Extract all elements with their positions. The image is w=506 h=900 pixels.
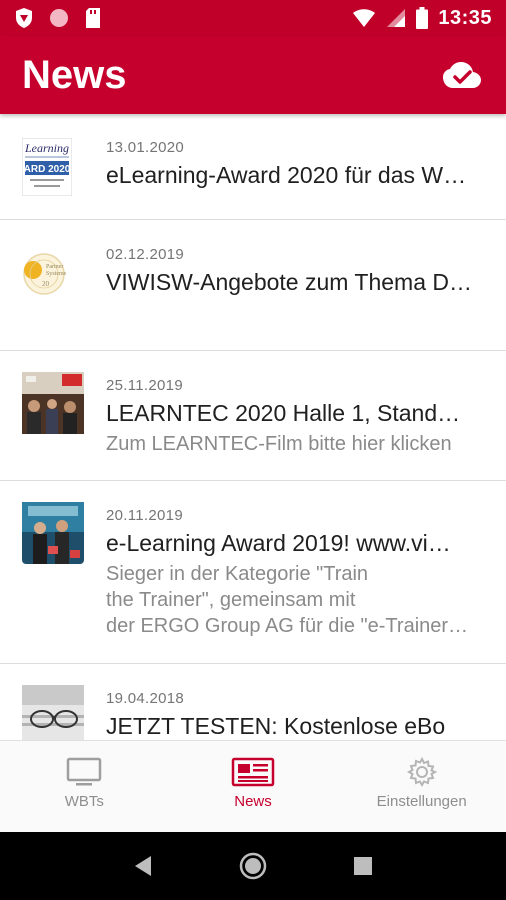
monitor-icon xyxy=(67,757,102,786)
news-date: 13.01.2020 xyxy=(106,139,185,156)
page-title: News xyxy=(22,52,127,97)
gear-icon xyxy=(406,757,437,787)
news-date: 02.12.2019 xyxy=(106,246,185,263)
status-time: 13:35 xyxy=(438,6,492,29)
shield-icon xyxy=(16,8,32,28)
svg-text:Partner: Partner xyxy=(46,264,63,270)
circle-icon xyxy=(50,9,68,27)
news-subtitle-line: Sieger in der Kategorie "Train xyxy=(106,563,369,585)
status-right: 13:35 xyxy=(352,7,492,30)
status-left-icons xyxy=(14,7,102,29)
news-title: e-Learning Award 2019! www.vi… xyxy=(106,530,451,556)
back-icon[interactable] xyxy=(133,855,153,877)
news-title: JETZT TESTEN: Kostenlose eBo xyxy=(106,713,446,739)
news-item[interactable]: 20.11.2019 e-Learning Award 2019! www.vi… xyxy=(0,481,506,664)
glasses-thumbnail xyxy=(22,685,84,740)
news-list[interactable]: Learning ARD 2020 13.01.2020 eLearning-A… xyxy=(0,114,506,740)
battery-icon xyxy=(416,7,429,29)
svg-text:Learning: Learning xyxy=(24,141,69,155)
news-date: 20.11.2019 xyxy=(106,507,183,524)
bottom-navigation: WBTs News Einstellungen xyxy=(0,740,506,832)
news-subtitle: Zum LEARNTEC-Film bitte hier klicken xyxy=(106,433,452,455)
wifi-icon xyxy=(353,9,376,27)
nav-label: Einstellungen xyxy=(376,793,467,810)
news-item[interactable]: Partner Systeme 20 02.12.2019 VIWISW-Ang… xyxy=(0,220,506,351)
news-item[interactable]: 25.11.2019 LEARNTEC 2020 Halle 1, Stand…… xyxy=(0,351,506,481)
signal-icon xyxy=(387,9,406,27)
sd-card-icon xyxy=(86,8,100,28)
learntec-thumbnail xyxy=(22,372,84,434)
nav-label: WBTs xyxy=(64,793,104,810)
news-date: 19.04.2018 xyxy=(106,690,185,707)
svg-text:20: 20 xyxy=(42,280,50,288)
status-bar: 13:35 xyxy=(0,0,506,36)
news-title: VIWISW-Angebote zum Thema D… xyxy=(106,269,473,295)
svg-text:ARD 2020: ARD 2020 xyxy=(24,164,71,175)
home-icon[interactable] xyxy=(239,852,267,880)
system-navigation-bar xyxy=(0,832,506,900)
news-title: LEARNTEC 2020 Halle 1, Stand… xyxy=(106,400,461,426)
gold-seal-thumbnail: Partner Systeme 20 xyxy=(22,244,66,304)
nav-item-einstellungen[interactable]: Einstellungen xyxy=(337,741,506,832)
newspaper-icon xyxy=(231,757,275,787)
award-2019-thumbnail xyxy=(22,502,84,564)
news-item[interactable]: Learning ARD 2020 13.01.2020 eLearning-A… xyxy=(0,114,506,220)
cloud-sync-button[interactable] xyxy=(440,53,484,97)
recents-icon[interactable] xyxy=(353,856,373,876)
nav-label: News xyxy=(234,793,272,810)
news-title: eLearning-Award 2020 für das W… xyxy=(106,162,467,188)
cloud-done-icon xyxy=(443,62,481,88)
svg-text:Systeme: Systeme xyxy=(46,271,66,277)
app-bar: News xyxy=(0,36,506,114)
news-subtitle-line: der ERGO Group AG für die "e-Trainer… xyxy=(106,615,469,637)
nav-item-news[interactable]: News xyxy=(169,741,338,832)
nav-item-wbts[interactable]: WBTs xyxy=(0,741,169,832)
award-2020-thumbnail: Learning ARD 2020 xyxy=(22,138,72,196)
news-item[interactable]: 19.04.2018 JETZT TESTEN: Kostenlose eBo xyxy=(0,664,506,740)
news-date: 25.11.2019 xyxy=(106,377,183,394)
news-subtitle-line: the Trainer", gemeinsam mit xyxy=(106,589,356,611)
